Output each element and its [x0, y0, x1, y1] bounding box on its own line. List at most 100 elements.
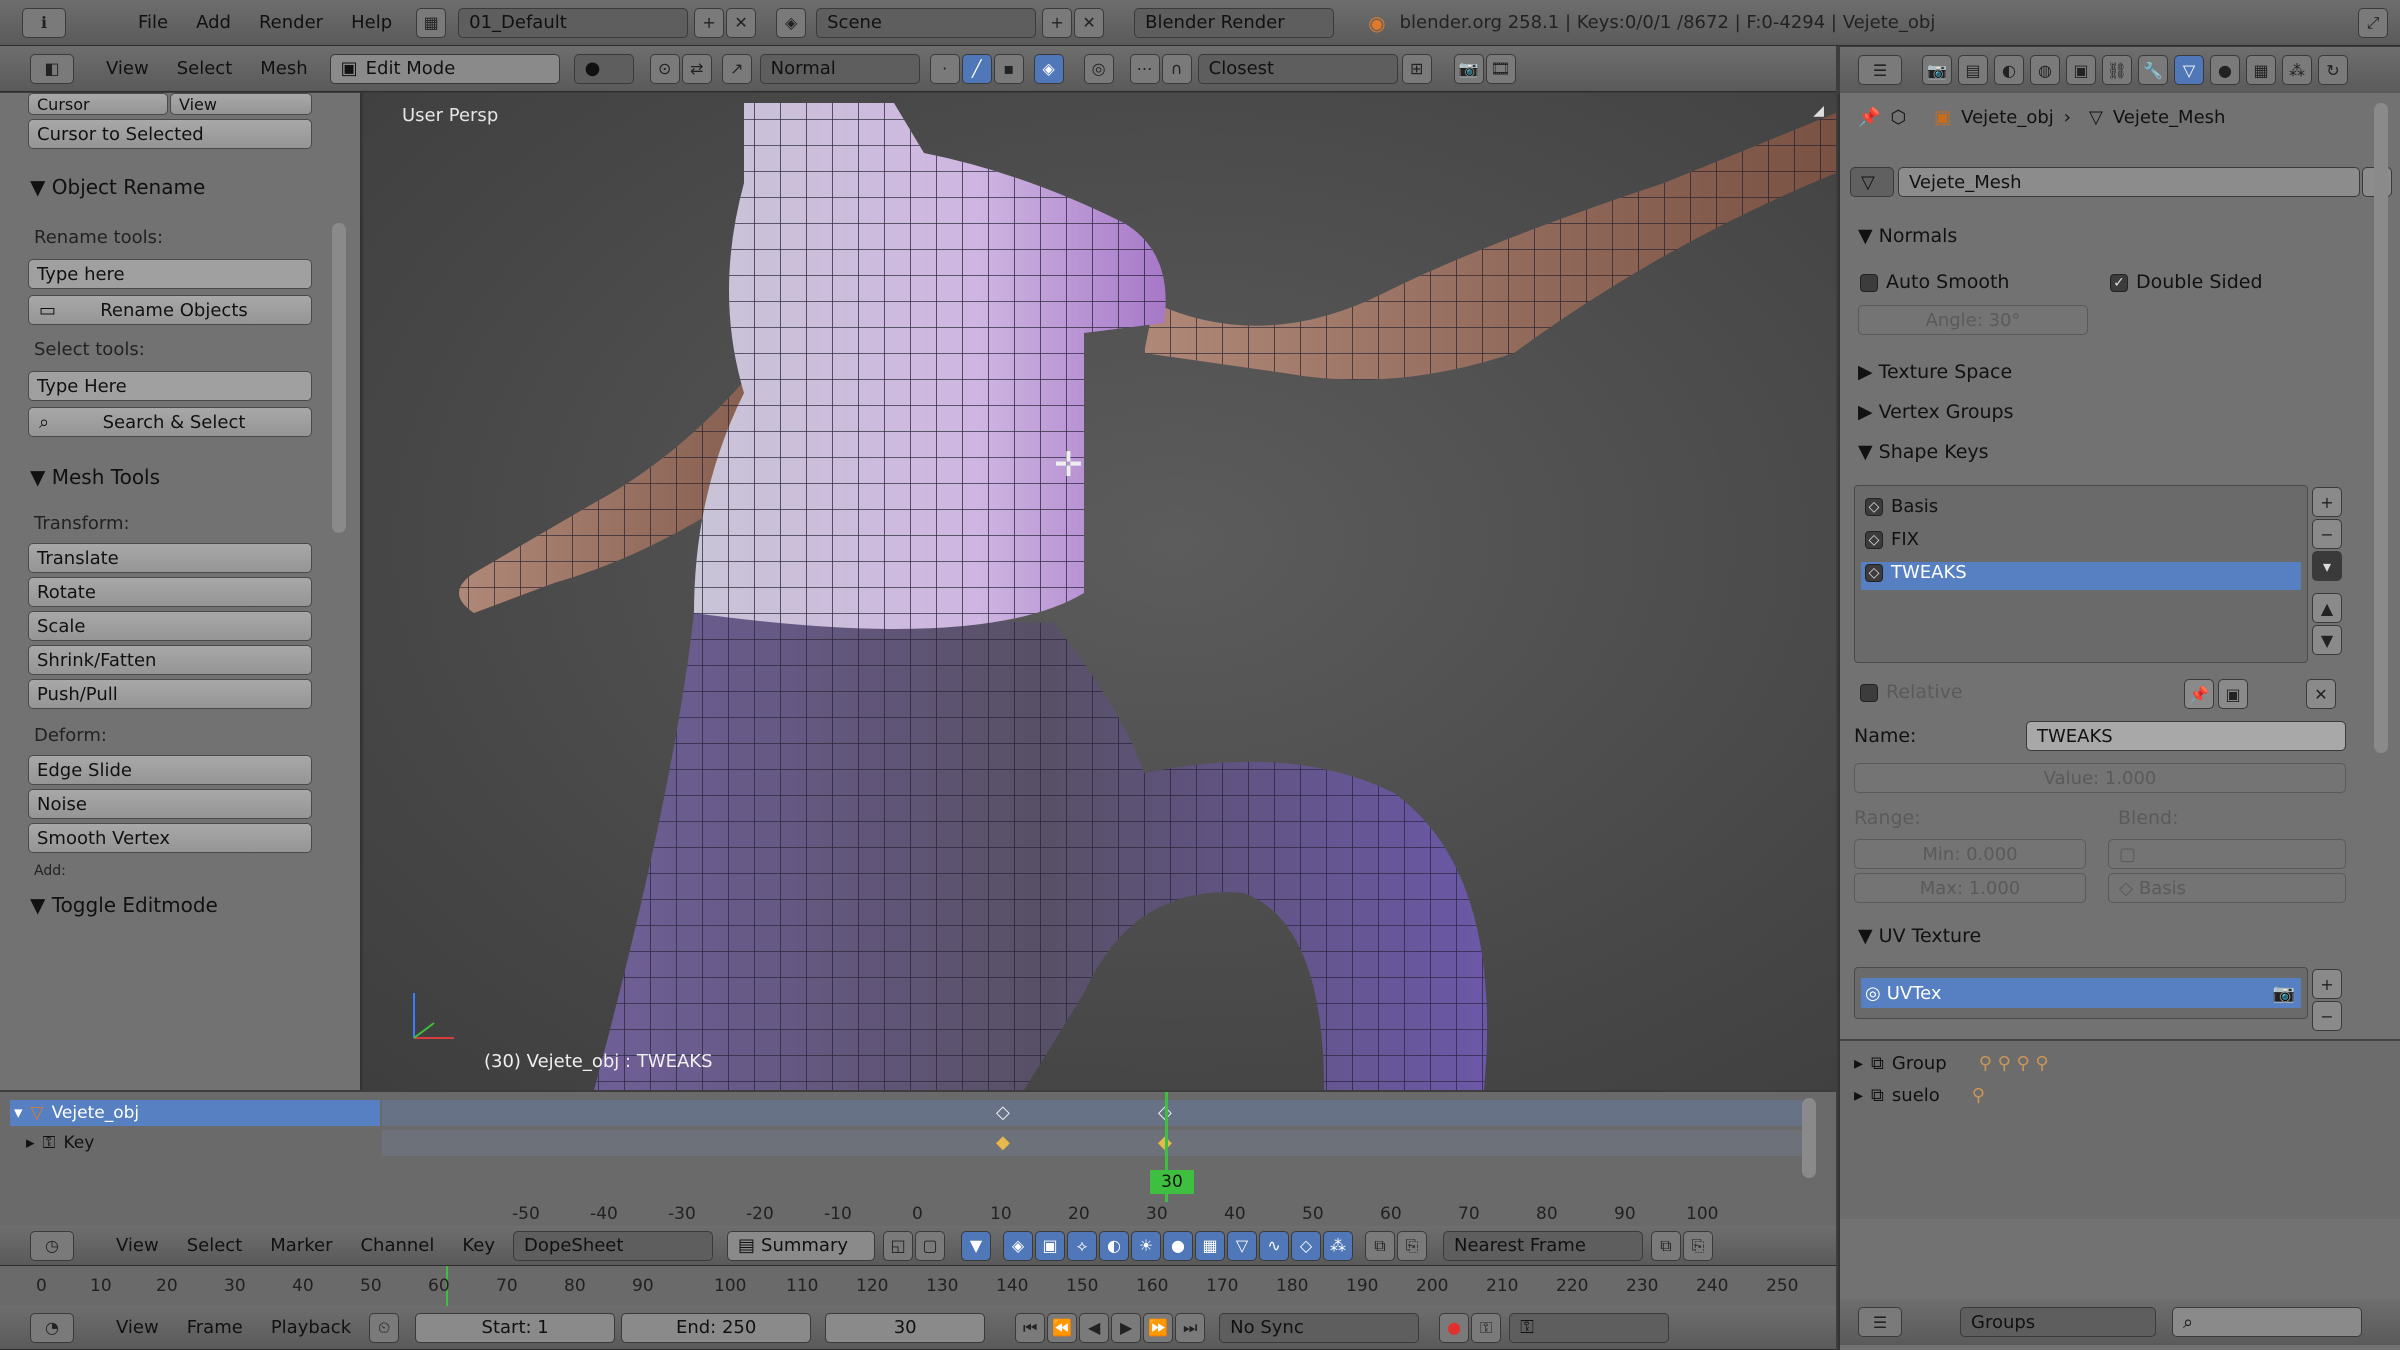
expand-icon[interactable]: ▸ [1854, 1085, 1863, 1106]
dopesheet-menu-channel[interactable]: Channel [360, 1235, 434, 1256]
texture-space-panel-header[interactable]: ▶ Texture Space [1858, 361, 2012, 383]
current-frame-field[interactable]: 30 [825, 1312, 986, 1343]
channel-object-row[interactable]: ▾ ▽ Vejete_obj [10, 1100, 380, 1126]
shape-key-pin-icon[interactable]: 📌 [2184, 679, 2214, 709]
show-hidden-icon[interactable]: ▢ [915, 1230, 946, 1261]
edge-slide-button[interactable]: Edge Slide [28, 755, 312, 785]
keyframe-diamond-icon[interactable]: ◆ [996, 1132, 1010, 1153]
toggle-editmode-panel-header[interactable]: ▼ Toggle Editmode [30, 893, 218, 917]
object-tab-icon[interactable]: ▣ [2066, 55, 2096, 85]
rename-objects-button[interactable]: ▭ Rename Objects [28, 295, 312, 325]
expand-icon[interactable]: ▸ [1854, 1053, 1863, 1074]
menu-view[interactable]: View [106, 58, 149, 79]
translate-button[interactable]: Translate [28, 543, 312, 573]
data-tab-icon[interactable]: ▽ [2174, 55, 2204, 85]
paste-keys-icon[interactable]: ⎘ [1397, 1230, 1428, 1261]
orientation-select[interactable]: Normal [759, 53, 920, 84]
filter-particle-icon[interactable]: ⁂ [1323, 1230, 1354, 1261]
world-tab-icon[interactable]: ◍ [2030, 55, 2060, 85]
editor-type-timeline-button[interactable]: ◔ [30, 1312, 74, 1343]
end-frame-field[interactable]: End: 250 [621, 1312, 812, 1343]
move-shape-key-up-button[interactable]: ▲ [2312, 593, 2342, 623]
remove-scene-button[interactable]: ✕ [1074, 7, 1105, 38]
channel-expand-icon[interactable]: ▸ [26, 1133, 35, 1153]
dopesheet-mode-select[interactable]: DopeSheet [513, 1230, 714, 1261]
snap-toggle-icon[interactable]: ⋯ [1129, 53, 1160, 84]
sync-mode-select[interactable]: No Sync [1219, 1312, 1420, 1343]
dopesheet-menu-marker[interactable]: Marker [270, 1235, 332, 1256]
uv-render-camera-icon[interactable]: 📷 [2273, 983, 2295, 1004]
cursor-tab[interactable]: Cursor [28, 93, 168, 115]
properties-scrollbar[interactable] [2374, 103, 2388, 753]
editor-type-dopesheet-button[interactable]: ◷ [30, 1230, 74, 1261]
3d-viewport[interactable]: User Persp ✛ (30) Vejete_obj: TWEAKS ◢ [364, 93, 1836, 1090]
particles-tab-icon[interactable]: ⁂ [2282, 55, 2312, 85]
opengl-anim-icon[interactable]: 🎞 [1485, 53, 1516, 84]
timeline-menu-playback[interactable]: Playback [271, 1317, 351, 1338]
viewport-corner-icon[interactable]: ◢ [1813, 103, 1824, 119]
character-mesh[interactable] [364, 93, 1836, 1090]
mesh-name-field[interactable]: Vejete_Mesh [1898, 167, 2360, 197]
start-frame-field[interactable]: Start: 1 [415, 1312, 616, 1343]
normals-panel-header[interactable]: ▼ Normals [1858, 225, 1957, 247]
uv-texture-item-selected[interactable]: ◎ UVTex 📷 [1861, 978, 2301, 1008]
snap-magnet-icon[interactable]: ∩ [1161, 53, 1192, 84]
dopesheet-menu-key[interactable]: Key [462, 1235, 495, 1256]
relative-key-field[interactable]: ◇ Basis [2108, 873, 2346, 903]
render-layers-tab-icon[interactable]: ▤ [1958, 55, 1988, 85]
slider-max-field[interactable]: Max: 1.000 [1854, 873, 2086, 903]
select-input[interactable]: Type Here [28, 371, 312, 401]
search-select-button[interactable]: ⌕ Search & Select [28, 407, 312, 437]
noise-button[interactable]: Noise [28, 789, 312, 819]
snap-options-icon[interactable]: ⊞ [1401, 53, 1432, 84]
preview-range-icon[interactable]: ⏲ [369, 1312, 400, 1343]
editor-type-properties-button[interactable]: ☰ [1858, 55, 1902, 85]
add-shape-key-button[interactable]: + [2312, 487, 2342, 517]
shape-key-clear-icon[interactable]: ✕ [2306, 679, 2336, 709]
push-pull-button[interactable]: Push/Pull [28, 679, 312, 709]
shape-key-item[interactable]: ◇ Basis [1861, 496, 2301, 524]
rotate-button[interactable]: Rotate [28, 577, 312, 607]
slider-min-field[interactable]: Min: 0.000 [1854, 839, 2086, 869]
mesh-tools-panel-header[interactable]: ▼ Mesh Tools [30, 465, 160, 489]
add-screen-button[interactable]: + [694, 7, 725, 38]
add-uv-button[interactable]: + [2312, 969, 2342, 999]
menu-render[interactable]: Render [259, 12, 323, 33]
mode-select[interactable]: ▣ Edit Mode [329, 53, 560, 84]
material-tab-icon[interactable]: ● [2210, 55, 2240, 85]
3d-cursor-icon[interactable]: ✛ [1054, 445, 1083, 485]
editor-type-outliner-button[interactable]: ☰ [1858, 1307, 1902, 1337]
viewport-shading-select[interactable]: ● [573, 53, 634, 84]
outliner-row[interactable]: ▸ ⧉ Group ⚲ ⚲ ⚲ ⚲ [1854, 1053, 2049, 1074]
filter-scene-icon[interactable]: ◈ [1003, 1230, 1034, 1261]
timeline-ruler[interactable]: 0 10 20 30 40 50 60 70 80 90 100 110 120… [0, 1266, 1836, 1306]
vertex-select-icon[interactable]: · [929, 53, 960, 84]
modifiers-tab-icon[interactable]: 🔧 [2138, 55, 2168, 85]
add-scene-button[interactable]: + [1042, 7, 1073, 38]
shape-key-specials-button[interactable]: ▾ [2312, 551, 2342, 581]
constraints-tab-icon[interactable]: ⛓ [2102, 55, 2132, 85]
menu-help[interactable]: Help [351, 12, 392, 33]
render-engine-select[interactable]: Blender Render [1134, 7, 1335, 38]
timeline-menu-view[interactable]: View [116, 1317, 159, 1338]
scene-icon[interactable]: ◈ [776, 7, 807, 38]
mesh-type-icon[interactable]: ▽ [1850, 167, 1894, 197]
pivot-point-icon[interactable]: ⊙ [649, 53, 680, 84]
scale-button[interactable]: Scale [28, 611, 312, 641]
outliner-display-mode-select[interactable]: Groups [1960, 1307, 2156, 1337]
remove-screen-button[interactable]: ✕ [726, 7, 757, 38]
filter-lamp-icon[interactable]: ☀ [1131, 1230, 1162, 1261]
remove-shape-key-button[interactable]: − [2312, 519, 2342, 549]
filter-icon[interactable]: ▼ [961, 1230, 992, 1261]
keying-set-icon[interactable]: ⚿ [1471, 1312, 1502, 1343]
move-shape-key-down-button[interactable]: ▼ [2312, 625, 2342, 655]
screen-layout-icon[interactable]: ▦ [416, 7, 447, 38]
shape-key-item[interactable]: ◇ FIX [1861, 529, 2301, 557]
dopesheet-menu-select[interactable]: Select [187, 1235, 243, 1256]
filter-camera-icon[interactable]: ◐ [1099, 1230, 1130, 1261]
menu-select[interactable]: Select [177, 58, 233, 79]
editor-type-button[interactable]: ℹ [22, 7, 66, 38]
active-keying-set-field[interactable]: ⚿ [1509, 1312, 1670, 1343]
view-tab[interactable]: View [170, 93, 312, 115]
auto-snap-select[interactable]: Nearest Frame [1443, 1230, 1644, 1261]
